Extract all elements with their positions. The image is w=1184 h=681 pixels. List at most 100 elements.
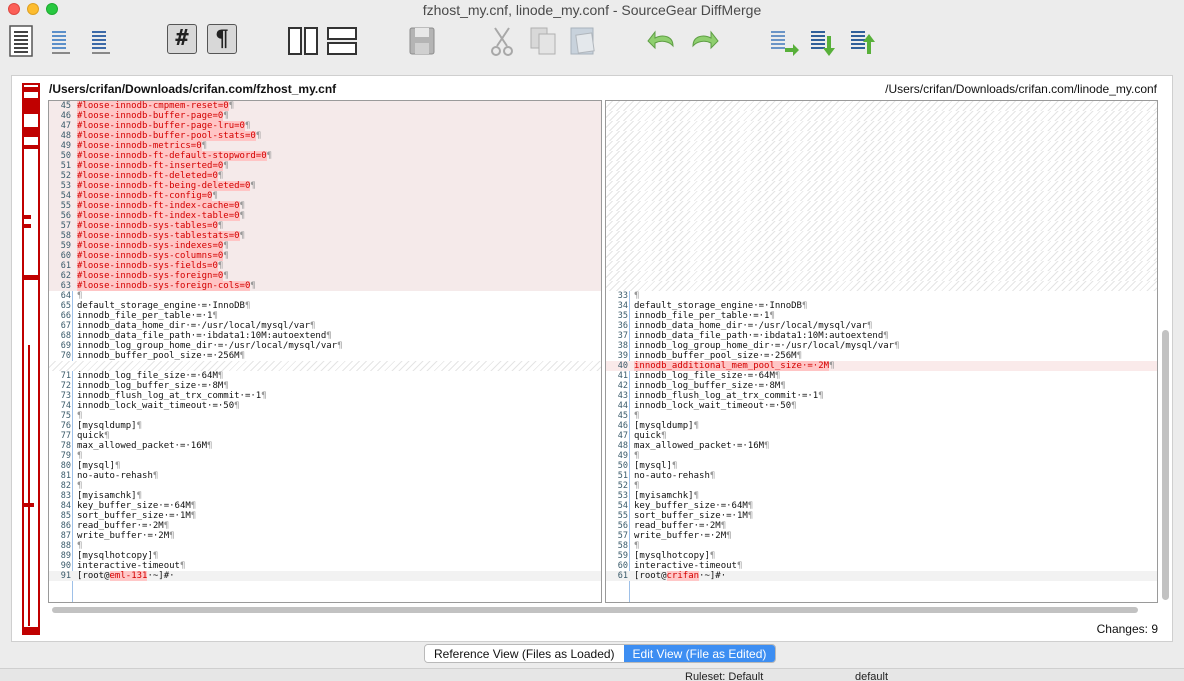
code-line[interactable]: 61 [root@crifan·~]#· <box>606 571 1157 581</box>
code-line[interactable]: 37 innodb_data_file_path·=·ibdata1:10M:au… <box>606 331 1157 341</box>
code-line[interactable] <box>606 151 1157 161</box>
code-line[interactable] <box>606 141 1157 151</box>
code-line[interactable]: 81 no-auto-rehash¶ <box>49 471 601 481</box>
code-line[interactable]: 41 innodb_log_file_size·=·64M¶ <box>606 371 1157 381</box>
code-line[interactable]: 45 ¶ <box>606 411 1157 421</box>
undo-icon[interactable] <box>645 24 679 58</box>
code-line[interactable]: 53 #loose-innodb-ft-being-deleted=0¶ <box>49 181 601 191</box>
code-line[interactable]: 40 innodb_additional_mem_pool_size·=·2M¶ <box>606 361 1157 371</box>
document-icon[interactable] <box>8 24 34 58</box>
previous-change-icon[interactable] <box>767 24 801 58</box>
code-line[interactable] <box>606 231 1157 241</box>
code-line[interactable]: 48 max_allowed_packet·=·16M¶ <box>606 441 1157 451</box>
minimize-window-button[interactable] <box>27 3 39 15</box>
code-line[interactable] <box>606 251 1157 261</box>
code-line[interactable] <box>606 281 1157 291</box>
code-line[interactable]: 60 #loose-innodb-sys-columns=0¶ <box>49 251 601 261</box>
code-line[interactable]: 87 write_buffer·=·2M¶ <box>49 531 601 541</box>
horizontal-scrollbar[interactable] <box>48 605 1158 615</box>
next-change-icon[interactable] <box>807 24 841 58</box>
code-line[interactable]: 54 key_buffer_size·=·64M¶ <box>606 501 1157 511</box>
code-line[interactable]: 64 ¶ <box>49 291 601 301</box>
split-vertical-icon[interactable] <box>287 24 319 58</box>
code-line[interactable]: 86 read_buffer·=·2M¶ <box>49 521 601 531</box>
code-line[interactable]: 65 default_storage_engine·=·InnoDB¶ <box>49 301 601 311</box>
redo-icon[interactable] <box>687 24 721 58</box>
reference-view-tab[interactable]: Reference View (Files as Loaded) <box>425 645 624 662</box>
close-window-button[interactable] <box>8 3 20 15</box>
code-line[interactable]: 51 no-auto-rehash¶ <box>606 471 1157 481</box>
code-line[interactable]: 71 innodb_log_file_size·=·64M¶ <box>49 371 601 381</box>
code-line[interactable]: 52 #loose-innodb-ft-deleted=0¶ <box>49 171 601 181</box>
code-line[interactable]: 89 [mysqlhotcopy]¶ <box>49 551 601 561</box>
cut-icon[interactable] <box>487 24 517 58</box>
code-line[interactable]: 68 innodb_data_file_path·=·ibdata1:10M:au… <box>49 331 601 341</box>
code-line[interactable]: 79 ¶ <box>49 451 601 461</box>
code-line[interactable]: 72 innodb_log_buffer_size·=·8M¶ <box>49 381 601 391</box>
code-line[interactable]: 46 #loose-innodb-buffer-page=0¶ <box>49 111 601 121</box>
code-line[interactable] <box>49 361 601 371</box>
code-line[interactable]: 62 #loose-innodb-sys-foreign=0¶ <box>49 271 601 281</box>
code-line[interactable]: 55 #loose-innodb-ft-index-cache=0¶ <box>49 201 601 211</box>
code-line[interactable] <box>606 181 1157 191</box>
code-line[interactable]: 73 innodb_flush_log_at_trx_commit·=·1¶ <box>49 391 601 401</box>
code-line[interactable]: 46 [mysqldump]¶ <box>606 421 1157 431</box>
code-line[interactable]: 69 innodb_log_group_home_dir·=·/usr/local… <box>49 341 601 351</box>
code-line[interactable]: 57 write_buffer·=·2M¶ <box>606 531 1157 541</box>
edit-view-tab[interactable]: Edit View (File as Edited) <box>623 645 776 662</box>
code-line[interactable]: 75 ¶ <box>49 411 601 421</box>
code-line[interactable]: 74 innodb_lock_wait_timeout·=·50¶ <box>49 401 601 411</box>
code-line[interactable]: 91 [root@eml-131·~]#· <box>49 571 601 581</box>
split-horizontal-icon[interactable] <box>326 24 358 58</box>
code-line[interactable]: 34 default_storage_engine·=·InnoDB¶ <box>606 301 1157 311</box>
horizontal-scroll-thumb[interactable] <box>52 607 1138 613</box>
code-line[interactable]: 36 innodb_data_home_dir·=·/usr/local/mysq… <box>606 321 1157 331</box>
code-line[interactable]: 47 #loose-innodb-buffer-page-lru=0¶ <box>49 121 601 131</box>
code-line[interactable]: 78 max_allowed_packet·=·16M¶ <box>49 441 601 451</box>
code-line[interactable]: 44 innodb_lock_wait_timeout·=·50¶ <box>606 401 1157 411</box>
code-line[interactable]: 83 [myisamchk]¶ <box>49 491 601 501</box>
code-line[interactable]: 60 interactive-timeout¶ <box>606 561 1157 571</box>
document-lines-small-icon[interactable] <box>88 24 114 58</box>
code-line[interactable]: 50 [mysql]¶ <box>606 461 1157 471</box>
code-line[interactable]: 55 sort_buffer_size·=·1M¶ <box>606 511 1157 521</box>
code-line[interactable]: 56 #loose-innodb-ft-index-table=0¶ <box>49 211 601 221</box>
code-line[interactable]: 66 innodb_file_per_table·=·1¶ <box>49 311 601 321</box>
code-line[interactable] <box>606 201 1157 211</box>
code-line[interactable]: 52 ¶ <box>606 481 1157 491</box>
code-line[interactable] <box>606 121 1157 131</box>
code-line[interactable]: 82 ¶ <box>49 481 601 491</box>
code-line[interactable]: 49 ¶ <box>606 451 1157 461</box>
code-line[interactable]: 47 quick¶ <box>606 431 1157 441</box>
code-line[interactable] <box>606 221 1157 231</box>
code-line[interactable]: 80 [mysql]¶ <box>49 461 601 471</box>
vertical-scrollbar[interactable] <box>1161 100 1171 603</box>
code-line[interactable]: 57 #loose-innodb-sys-tables=0¶ <box>49 221 601 231</box>
code-line[interactable]: 50 #loose-innodb-ft-default-stopword=0¶ <box>49 151 601 161</box>
code-line[interactable]: 77 quick¶ <box>49 431 601 441</box>
vertical-scroll-thumb[interactable] <box>1162 330 1169 600</box>
code-line[interactable]: 61 #loose-innodb-sys-fields=0¶ <box>49 261 601 271</box>
document-lines-icon[interactable] <box>48 24 74 58</box>
code-line[interactable] <box>606 191 1157 201</box>
copy-icon[interactable] <box>527 24 559 58</box>
right-file-pane[interactable]: 33 ¶ 34 default_storage_engine·=·InnoDB¶ 35 i… <box>605 100 1158 603</box>
code-line[interactable]: 84 key_buffer_size·=·64M¶ <box>49 501 601 511</box>
code-line[interactable]: 35 innodb_file_per_table·=·1¶ <box>606 311 1157 321</box>
code-line[interactable]: 42 innodb_log_buffer_size·=·8M¶ <box>606 381 1157 391</box>
code-line[interactable]: 58 ¶ <box>606 541 1157 551</box>
code-line[interactable]: 54 #loose-innodb-ft-config=0¶ <box>49 191 601 201</box>
code-line[interactable]: 90 interactive-timeout¶ <box>49 561 601 571</box>
left-file-pane[interactable]: 45 #loose-innodb-cmpmem-reset=0¶ 46 #loose-… <box>48 100 602 603</box>
apply-change-icon[interactable] <box>847 24 881 58</box>
code-line[interactable]: 59 [mysqlhotcopy]¶ <box>606 551 1157 561</box>
code-line[interactable] <box>606 211 1157 221</box>
code-line[interactable]: 48 #loose-innodb-buffer-pool-stats=0¶ <box>49 131 601 141</box>
code-line[interactable]: 63 #loose-innodb-sys-foreign-cols=0¶ <box>49 281 601 291</box>
change-overview-bar[interactable] <box>22 83 40 635</box>
code-line[interactable] <box>606 241 1157 251</box>
line-numbers-icon[interactable]: # <box>167 24 197 54</box>
code-line[interactable]: 49 #loose-innodb-metrics=0¶ <box>49 141 601 151</box>
paste-icon[interactable] <box>567 24 599 58</box>
code-line[interactable]: 45 #loose-innodb-cmpmem-reset=0¶ <box>49 101 601 111</box>
